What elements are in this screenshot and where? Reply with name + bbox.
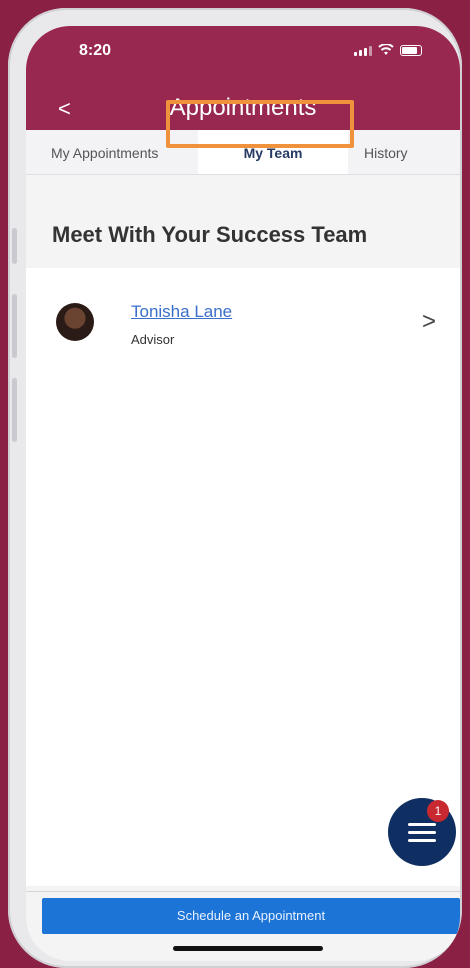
status-icons (354, 44, 422, 56)
battery-icon (400, 45, 422, 56)
app-screen: 8:20 < Appointments My Appointments My T… (26, 26, 460, 961)
volume-up-button (12, 294, 17, 358)
signal-icon (354, 46, 372, 56)
avatar (56, 303, 94, 341)
home-indicator (173, 946, 323, 951)
footer-divider (26, 891, 460, 892)
notification-badge: 1 (427, 800, 449, 822)
status-time: 8:20 (79, 42, 112, 59)
team-member-row[interactable]: Tonisha Lane Advisor > (26, 268, 460, 367)
chevron-right-icon[interactable]: > (422, 308, 436, 336)
tab-my-appointments[interactable]: My Appointments (51, 130, 158, 174)
team-member-role: Advisor (131, 332, 175, 347)
tab-history[interactable]: History (364, 130, 408, 174)
hamburger-menu-icon (408, 818, 436, 847)
mute-switch (12, 228, 17, 264)
team-member-name-link[interactable]: Tonisha Lane (131, 302, 232, 322)
schedule-appointment-button[interactable]: Schedule an Appointment (42, 898, 460, 934)
wifi-icon (378, 44, 394, 55)
section-title: Meet With Your Success Team (52, 222, 368, 247)
volume-down-button (12, 378, 17, 442)
highlight-box (166, 100, 354, 148)
phone-frame: 8:20 < Appointments My Appointments My T… (8, 8, 462, 968)
content-area (26, 366, 460, 886)
